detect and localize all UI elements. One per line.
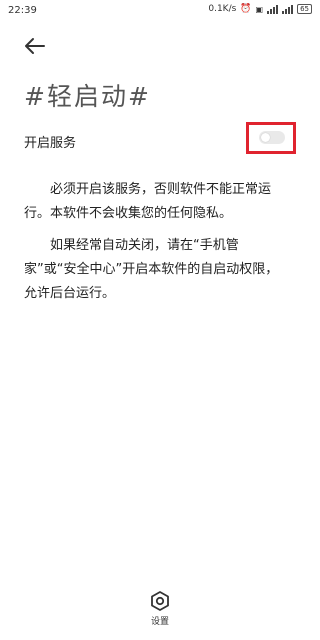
notice-paragraph-1: 必须开启该服务，否则软件不能正常运行。本软件不会收集您的任何隐私。	[24, 182, 272, 221]
status-bar: 22:39 0.1K/s ⏰ ▣ 65	[0, 0, 320, 22]
status-time: 22:39	[8, 5, 37, 16]
alarm-icon: ⏰	[240, 4, 252, 14]
back-button[interactable]	[22, 34, 48, 58]
service-toggle[interactable]	[259, 131, 285, 144]
service-row: 开启服务	[24, 122, 296, 164]
signal-icon-2	[282, 4, 294, 14]
network-speed: 0.1K/s	[208, 4, 237, 14]
toggle-knob	[261, 133, 270, 142]
back-arrow-icon	[25, 38, 45, 54]
settings-label: 设置	[150, 617, 169, 627]
sim-icon: ▣	[255, 4, 264, 14]
signal-icon	[267, 4, 279, 14]
highlight-box	[246, 122, 296, 154]
notice-paragraph-2: 如果经常自动关闭，请在“手机管家”或“安全中心”开启本软件的自启动权限，允许后台…	[24, 238, 279, 301]
battery-icon: 65	[297, 4, 312, 14]
settings-icon	[151, 591, 169, 611]
status-indicators: 0.1K/s ⏰ ▣ 65	[208, 4, 312, 14]
service-label: 开启服务	[24, 136, 77, 151]
page-title: #轻启动#	[24, 82, 151, 111]
settings-tab[interactable]: 设置	[136, 590, 184, 634]
